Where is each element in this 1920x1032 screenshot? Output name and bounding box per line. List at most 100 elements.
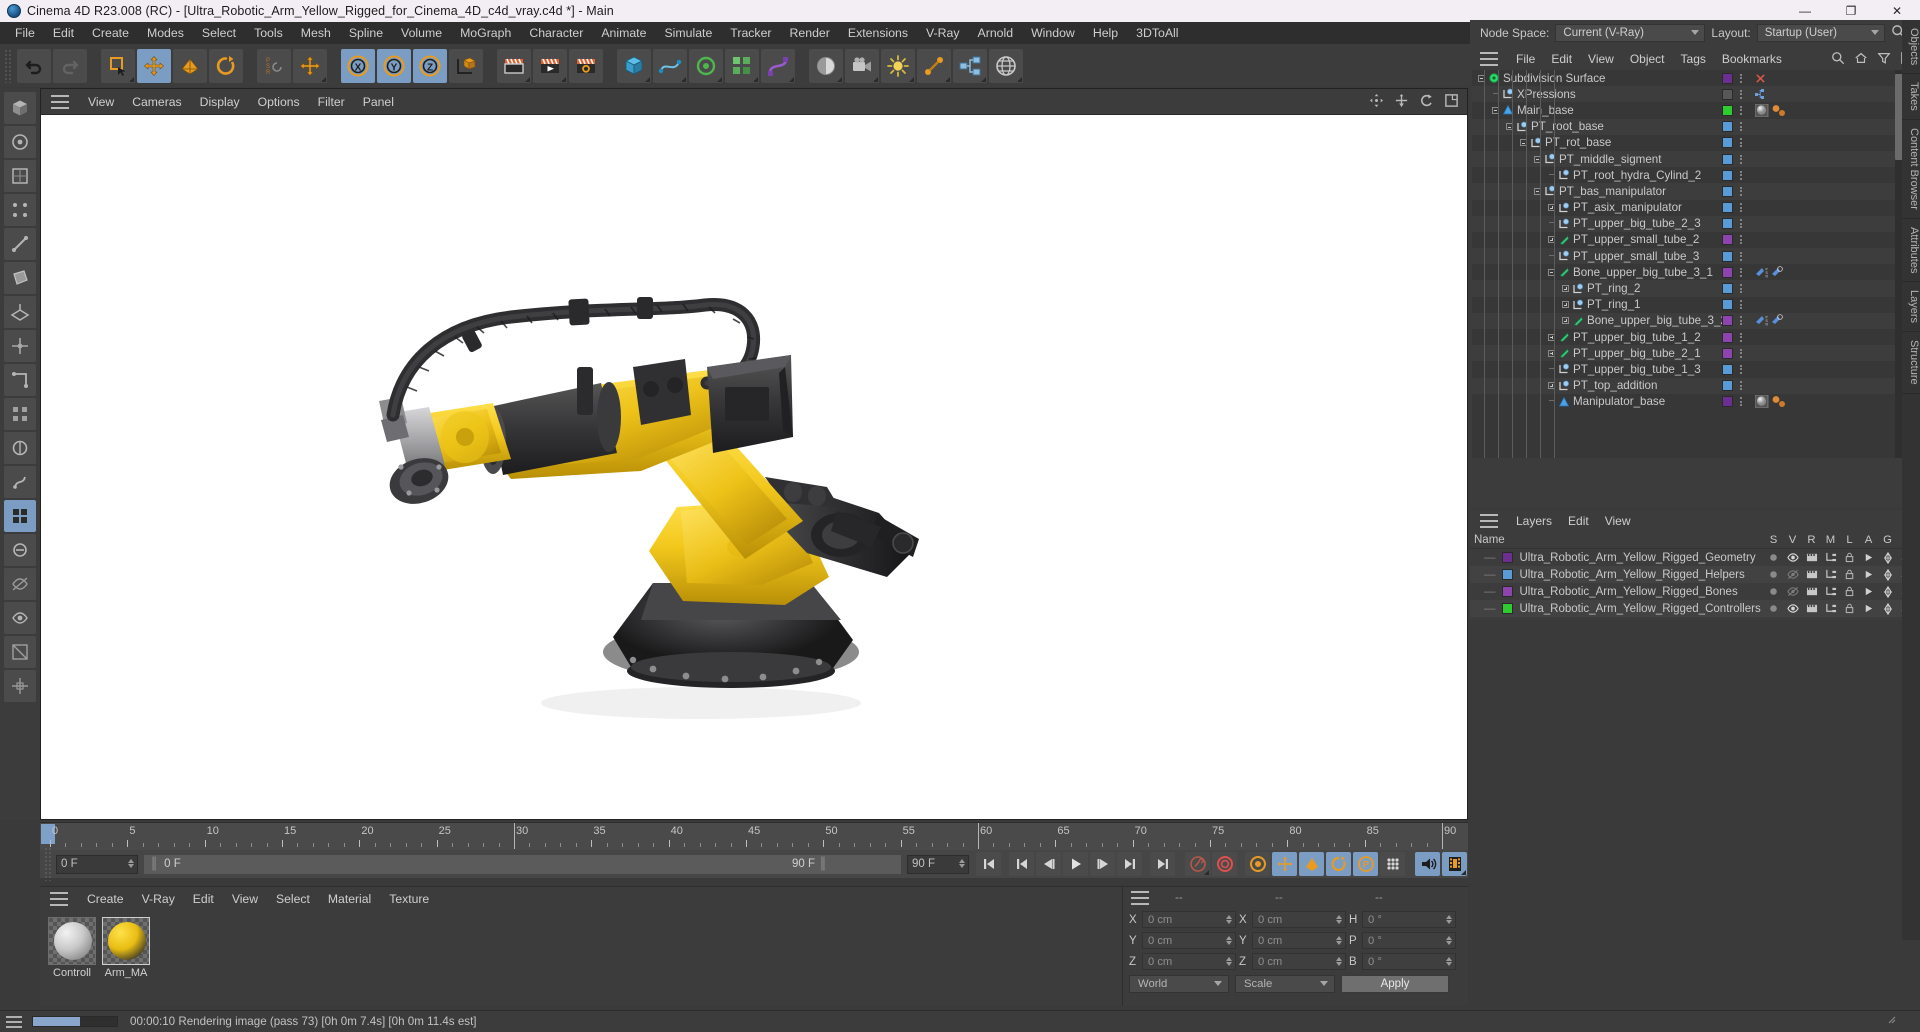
menu-item-file[interactable]: File [6, 24, 44, 42]
field-spinner[interactable] [1446, 915, 1452, 924]
object-tree-row[interactable]: PT_upper_big_tube_2_3 [1472, 215, 1902, 232]
previous-key-button[interactable] [1009, 852, 1034, 876]
quantize-icon[interactable] [4, 398, 36, 430]
layer-toggle-r[interactable] [1802, 552, 1821, 564]
field-spinner[interactable] [1446, 936, 1452, 945]
layer-color-chip[interactable] [1501, 603, 1513, 614]
menu-item-extensions[interactable]: Extensions [839, 24, 917, 42]
layer-menu-view[interactable]: View [1597, 513, 1639, 529]
home-icon[interactable] [1854, 51, 1868, 68]
object-tree-row[interactable]: PT_upper_big_tube_1_2 [1472, 329, 1902, 345]
layer-toggle-v[interactable] [1783, 603, 1802, 615]
scale-tool-icon[interactable] [173, 48, 207, 83]
viewport-menu-display[interactable]: Display [191, 93, 249, 111]
layer-color-chip[interactable] [1722, 153, 1733, 165]
go-to-start-button[interactable] [976, 852, 1001, 876]
object-tree-row[interactable]: PT_upper_small_tube_2 [1472, 232, 1902, 248]
rotation-key-button[interactable] [1326, 852, 1351, 876]
viewport-menu-view[interactable]: View [79, 93, 123, 111]
edge-mode-icon[interactable] [4, 228, 36, 260]
layer-toggle-g[interactable] [1878, 602, 1897, 615]
enable-axis-icon[interactable] [4, 330, 36, 362]
layer-color-chip[interactable] [1501, 586, 1513, 597]
layer-row[interactable]: — Ultra_Robotic_Arm_Yellow_Rigged_Control… [1470, 600, 1920, 617]
rotate-tool-icon[interactable] [209, 48, 243, 83]
menu-item-select[interactable]: Select [193, 24, 245, 42]
field-spinner[interactable] [1336, 915, 1342, 924]
side-tab-takes[interactable]: Takes [1902, 74, 1920, 121]
layer-toggle-l[interactable] [1840, 569, 1859, 581]
rotation-field-b[interactable]: 0 ° [1362, 953, 1456, 970]
preview-end-spinner[interactable] [959, 858, 965, 868]
render-settings-icon[interactable] [569, 48, 603, 83]
visibility-dots-icon[interactable] [1740, 300, 1742, 310]
layer-toggle-r[interactable] [1802, 586, 1821, 598]
previous-frame-button[interactable] [1036, 852, 1061, 876]
selection-filter-icon[interactable] [4, 500, 36, 532]
invert-icon[interactable] [4, 636, 36, 668]
object-tag-constraint-tags[interactable]: PSR [1755, 314, 1789, 327]
expand-icon[interactable] [1562, 301, 1569, 309]
point-level-animation-button[interactable] [1380, 852, 1405, 876]
visibility-dots-icon[interactable] [1740, 154, 1742, 164]
field-spinner[interactable] [1226, 957, 1232, 966]
scale-key-button[interactable] [1299, 852, 1324, 876]
visibility-dots-icon[interactable] [1740, 186, 1742, 196]
object-menu-tags[interactable]: Tags [1673, 51, 1714, 67]
object-menu-file[interactable]: File [1508, 51, 1543, 67]
sound-button[interactable] [1415, 852, 1440, 876]
object-tree-row[interactable]: PT_bas_manipulator [1472, 183, 1902, 200]
side-tab-structure[interactable]: Structure [1902, 332, 1920, 395]
side-tab-objects[interactable]: Objects [1902, 20, 1920, 75]
timeline-ruler[interactable]: 0 5 10 15 20 25 30 35 40 45 50 55 60 65 70 75 80 85 90 [40, 822, 1468, 850]
layer-color-chip[interactable] [1722, 315, 1733, 327]
minimize-button[interactable]: — [1782, 0, 1828, 22]
visibility-dots-icon[interactable] [1740, 364, 1742, 374]
menu-item-tools[interactable]: Tools [245, 24, 292, 42]
size-field-z[interactable]: 0 cm [1252, 953, 1346, 970]
layer-color-chip[interactable] [1722, 169, 1733, 181]
object-tree-row[interactable]: Bone_upper_big_tube_3_2 P S R [1472, 312, 1902, 329]
layer-toggle-v[interactable] [1783, 552, 1802, 564]
object-tree-row[interactable]: PT_middle_sigment [1472, 150, 1902, 168]
layer-color-chip[interactable] [1722, 121, 1733, 133]
menu-item-mesh[interactable]: Mesh [292, 24, 340, 42]
menu-item-volume[interactable]: Volume [392, 24, 451, 42]
workplane-icon[interactable] [4, 296, 36, 328]
axis-z-icon[interactable]: Z [413, 48, 447, 83]
light-icon[interactable] [881, 48, 915, 83]
object-menu-bookmarks[interactable]: Bookmarks [1714, 51, 1790, 67]
layer-color-chip[interactable] [1722, 72, 1733, 84]
material-menu-texture[interactable]: Texture [380, 890, 438, 908]
psr-icon[interactable]: PSR [257, 48, 291, 83]
apply-button[interactable]: Apply [1341, 975, 1449, 993]
deformer-icon[interactable] [761, 48, 795, 83]
menu-item-3dtoall[interactable]: 3DToAll [1127, 24, 1187, 42]
texture-mode-icon[interactable] [4, 160, 36, 192]
material-item[interactable]: Arm_MA [102, 917, 150, 979]
live-selection-icon[interactable] [101, 48, 135, 83]
object-tree-row[interactable]: PT_asix_manipulator [1472, 200, 1902, 216]
weight-tool-icon[interactable] [4, 466, 36, 498]
object-tree-row[interactable]: PT_root_base [1472, 118, 1902, 135]
timeline-grip[interactable] [44, 847, 53, 881]
layer-color-chip[interactable] [1722, 88, 1733, 100]
parameter-key-button[interactable]: P [1353, 852, 1378, 876]
object-menu-icon[interactable] [1480, 52, 1498, 66]
visibility-dots-icon[interactable] [1740, 332, 1742, 342]
object-tree-row[interactable]: PT_upper_big_tube_1_3 [1472, 361, 1902, 377]
layer-toggle-r[interactable] [1802, 569, 1821, 581]
layer-color-chip[interactable] [1722, 185, 1733, 197]
move-tool-icon[interactable] [137, 48, 171, 83]
gizmo-icon[interactable] [4, 670, 36, 702]
viewport-menu-cameras[interactable]: Cameras [123, 93, 190, 111]
layer-row[interactable]: — Ultra_Robotic_Arm_Yellow_Rigged_Geometr… [1470, 549, 1920, 566]
track-handle-icon[interactable]: ║ [150, 858, 158, 870]
visibility-dots-icon[interactable] [1740, 381, 1742, 391]
menu-item-modes[interactable]: Modes [138, 24, 193, 42]
layer-toggle-g[interactable] [1878, 585, 1897, 598]
layer-toggle-a[interactable] [1859, 552, 1878, 564]
visibility-dots-icon[interactable] [1740, 73, 1742, 83]
object-tree-row[interactable]: PT_root_hydra_Cylind_2 [1472, 167, 1902, 183]
menu-item-character[interactable]: Character [520, 24, 592, 42]
